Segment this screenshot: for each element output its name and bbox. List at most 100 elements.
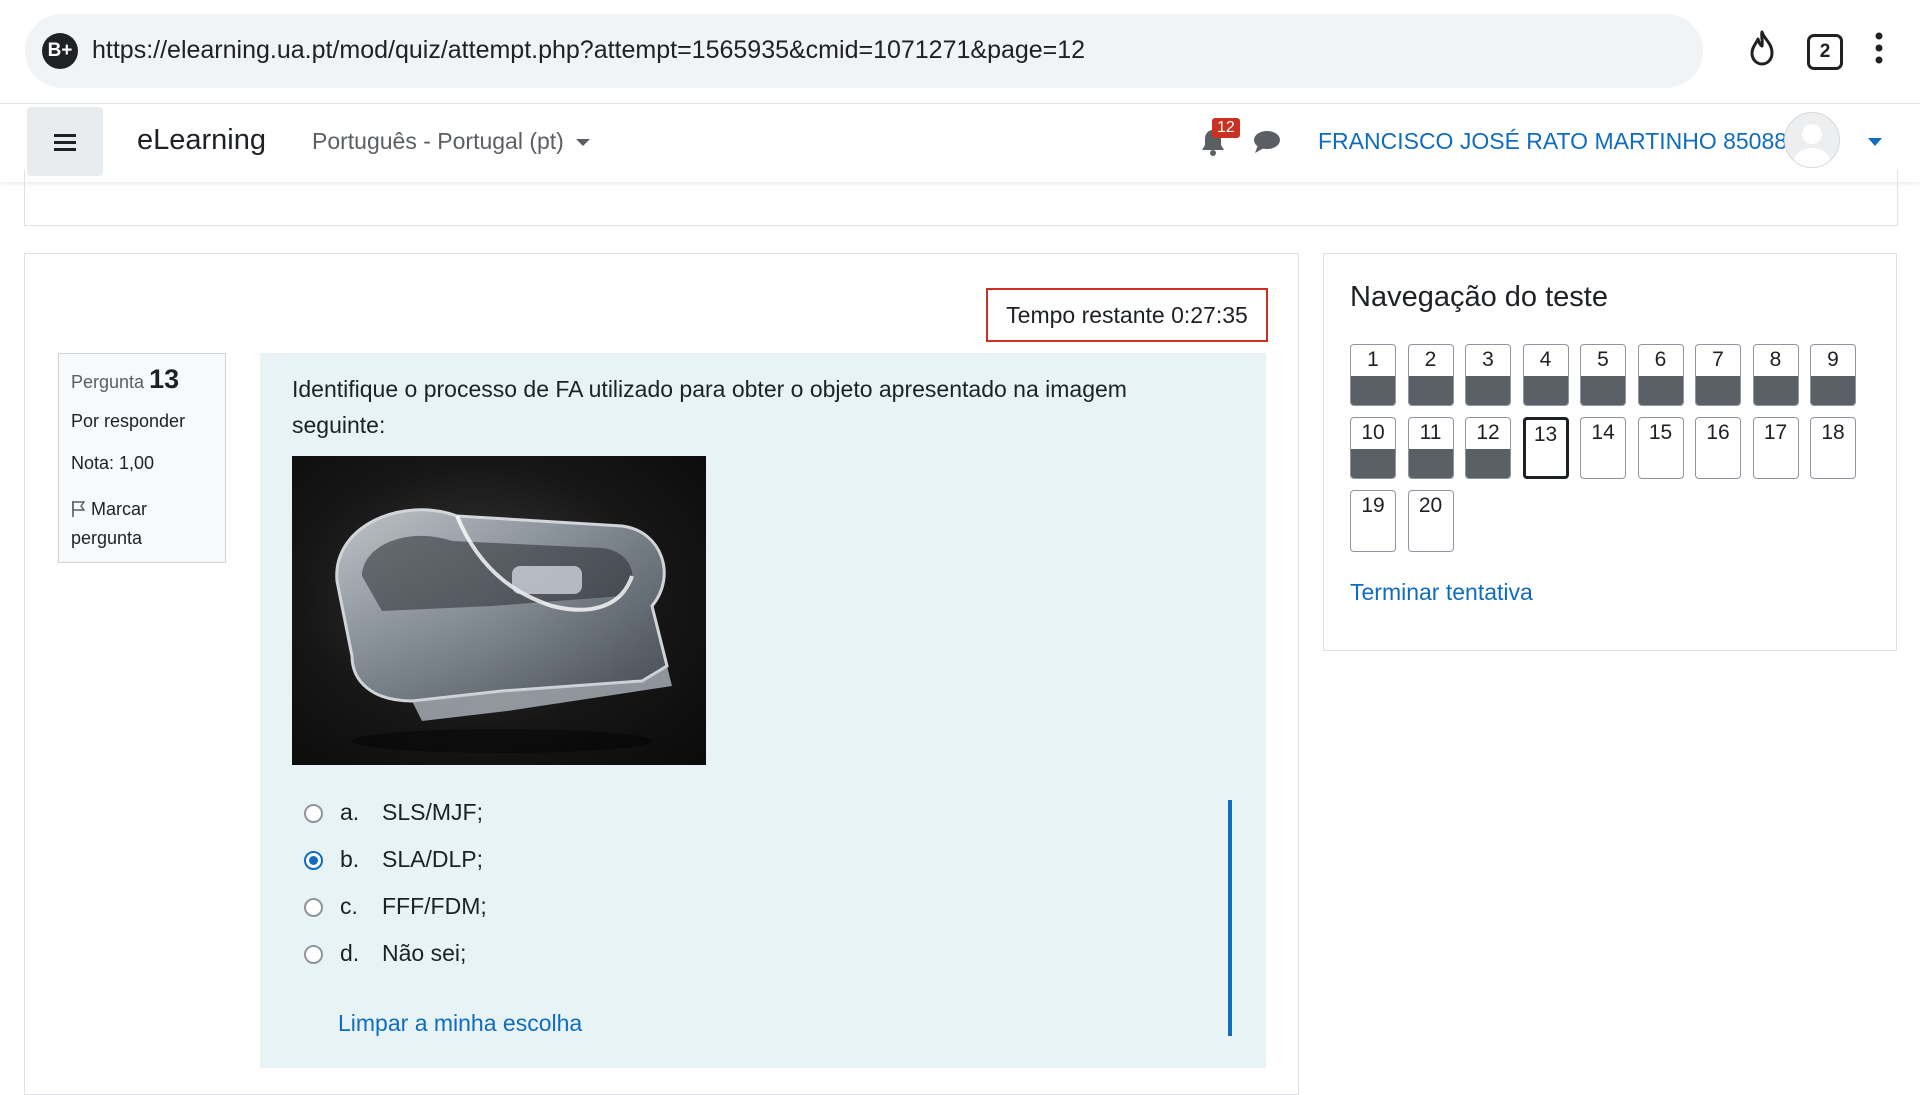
- question-nav-number: 15: [1648, 421, 1673, 444]
- question-nav-number: 3: [1482, 348, 1494, 371]
- question-text: Identifique o processo de FA utilizado p…: [292, 376, 1127, 438]
- quiz-navigation-title: Navegação do teste: [1350, 281, 1608, 313]
- question-info-panel: Pergunta 13 Por responder Nota: 1,00 Mar…: [58, 353, 226, 563]
- question-nav-button-8[interactable]: 8: [1752, 344, 1799, 406]
- answer-letter: d.: [340, 940, 360, 966]
- question-nav-number: 4: [1539, 348, 1552, 371]
- browser-chrome: B+ https://elearning.ua.pt/mod/quiz/atte…: [0, 0, 1920, 104]
- question-nav-button-10[interactable]: 10: [1350, 417, 1396, 479]
- question-nav-number: 20: [1418, 494, 1443, 517]
- question-nav-button-3[interactable]: 3: [1465, 344, 1511, 406]
- answer-text[interactable]: FFF/FDM;: [382, 893, 487, 920]
- question-number: Pergunta 13: [71, 364, 179, 395]
- focus-indicator-bar: [1228, 800, 1232, 1036]
- question-nav-button-13[interactable]: 13: [1522, 417, 1569, 479]
- question-nav-number: 9: [1827, 348, 1839, 371]
- question-nav-number: 19: [1361, 494, 1385, 517]
- question-nav-button-14[interactable]: 14: [1580, 417, 1626, 479]
- language-label: Português - Portugal (pt): [312, 128, 564, 154]
- question-nav-number: 10: [1361, 421, 1385, 444]
- question-nav-button-19[interactable]: 19: [1350, 490, 1396, 552]
- question-nav-button-5[interactable]: 5: [1580, 344, 1626, 406]
- question-nav-button-4[interactable]: 4: [1522, 344, 1569, 406]
- time-remaining: Tempo restante 0:27:35: [986, 288, 1268, 342]
- address-bar[interactable]: B+ https://elearning.ua.pt/mod/quiz/atte…: [25, 14, 1703, 88]
- answer-text[interactable]: SLA/DLP;: [382, 846, 483, 873]
- notification-count-badge: 12: [1212, 118, 1240, 138]
- question-nav-button-15[interactable]: 15: [1637, 417, 1684, 479]
- answer-a-radio[interactable]: [304, 804, 323, 823]
- question-nav-button-12[interactable]: 12: [1465, 417, 1511, 479]
- question-nav-button-17[interactable]: 17: [1752, 417, 1799, 479]
- answered-indicator: [1408, 376, 1453, 405]
- answer-text[interactable]: Não sei;: [382, 940, 466, 967]
- question-nav-number: 18: [1821, 421, 1845, 444]
- answer-d-radio[interactable]: [304, 945, 323, 964]
- question-nav-number: 12: [1476, 421, 1500, 444]
- question-nav-number: 11: [1419, 421, 1442, 444]
- question-nav-button-20[interactable]: 20: [1407, 490, 1454, 552]
- question-nav-button-16[interactable]: 16: [1695, 417, 1741, 479]
- answered-indicator: [1696, 376, 1740, 405]
- finish-attempt-link[interactable]: Terminar tentativa: [1350, 579, 1533, 606]
- question-state: Por responder: [71, 411, 186, 431]
- answered-indicator: [1753, 376, 1798, 405]
- clear-choice-link[interactable]: Limpar a minha escolha: [338, 1010, 582, 1037]
- answered-indicator: [1466, 376, 1510, 405]
- question-nav-number: 2: [1424, 348, 1437, 371]
- question-number-value: 13: [149, 364, 180, 394]
- question-nav-button-18[interactable]: 18: [1810, 417, 1856, 479]
- top-card: [24, 170, 1898, 226]
- answer-c-radio[interactable]: [304, 898, 323, 917]
- answer-letter: b.: [340, 846, 360, 872]
- question-nav-number: 7: [1712, 348, 1724, 371]
- site-brand[interactable]: eLearning: [137, 124, 266, 157]
- question-content: Identifique o processo de FA utilizado p…: [260, 353, 1266, 1068]
- kebab-menu-icon[interactable]: [1875, 32, 1883, 69]
- question-nav-number: 13: [1533, 423, 1558, 446]
- question-nav-number: 1: [1367, 348, 1379, 371]
- avatar[interactable]: [1784, 112, 1840, 168]
- chevron-down-icon: [575, 139, 590, 147]
- answer-letter: a.: [340, 799, 360, 825]
- question-nav-number: 8: [1769, 348, 1782, 371]
- question-label: Pergunta: [71, 372, 145, 392]
- user-menu-name[interactable]: FRANCISCO JOSÉ RATO MARTINHO 85088: [1318, 128, 1787, 155]
- question-nav-number: 6: [1654, 348, 1667, 371]
- quiz-navigation-block: Navegação do teste 1 2 3 4 5 6 7 8 9 10 11 12 13 14 15…: [1323, 253, 1897, 651]
- answer-letter: c.: [340, 893, 358, 919]
- question-nav-number: 16: [1706, 421, 1730, 444]
- transparent-plastic-clip-image: [335, 508, 672, 753]
- answered-indicator: [1351, 376, 1395, 405]
- answered-indicator: [1638, 376, 1683, 405]
- flag-question-button[interactable]: Marcar pergunta: [71, 495, 221, 553]
- answered-indicator: [1811, 376, 1855, 405]
- answered-indicator: [1351, 449, 1395, 478]
- answer-text[interactable]: SLS/MJF;: [382, 799, 483, 826]
- question-nav-number: 17: [1763, 421, 1788, 444]
- language-menu[interactable]: Português - Portugal (pt): [312, 128, 590, 155]
- answered-indicator: [1466, 449, 1510, 478]
- answered-indicator: [1523, 376, 1568, 405]
- tab-switcher-icon[interactable]: 2: [1807, 34, 1843, 70]
- question-nav-button-2[interactable]: 2: [1407, 344, 1454, 406]
- question-nav-button-6[interactable]: 6: [1637, 344, 1684, 406]
- flag-icon: [72, 501, 86, 517]
- answered-indicator: [1581, 376, 1625, 405]
- question-nav-button-1[interactable]: 1: [1350, 344, 1396, 406]
- question-nav-number: 14: [1591, 421, 1615, 444]
- site-badge-icon[interactable]: B+: [42, 33, 78, 69]
- hamburger-icon[interactable]: [27, 107, 103, 176]
- question-nav-button-11[interactable]: 11: [1407, 417, 1454, 479]
- question-grade: Nota: 1,00: [71, 453, 155, 473]
- user-menu-chevron-down-icon[interactable]: [1868, 138, 1882, 146]
- question-nav-button-9[interactable]: 9: [1810, 344, 1856, 406]
- answered-indicator: [1408, 449, 1453, 478]
- question-nav-button-7[interactable]: 7: [1695, 344, 1741, 406]
- question-nav-number: 5: [1597, 348, 1609, 371]
- chat-icon[interactable]: [1253, 130, 1281, 159]
- url-text[interactable]: https://elearning.ua.pt/mod/quiz/attempt…: [92, 36, 1085, 65]
- question-image: [292, 456, 706, 765]
- answer-b-radio[interactable]: [304, 851, 323, 870]
- flame-icon[interactable]: [1746, 30, 1778, 71]
